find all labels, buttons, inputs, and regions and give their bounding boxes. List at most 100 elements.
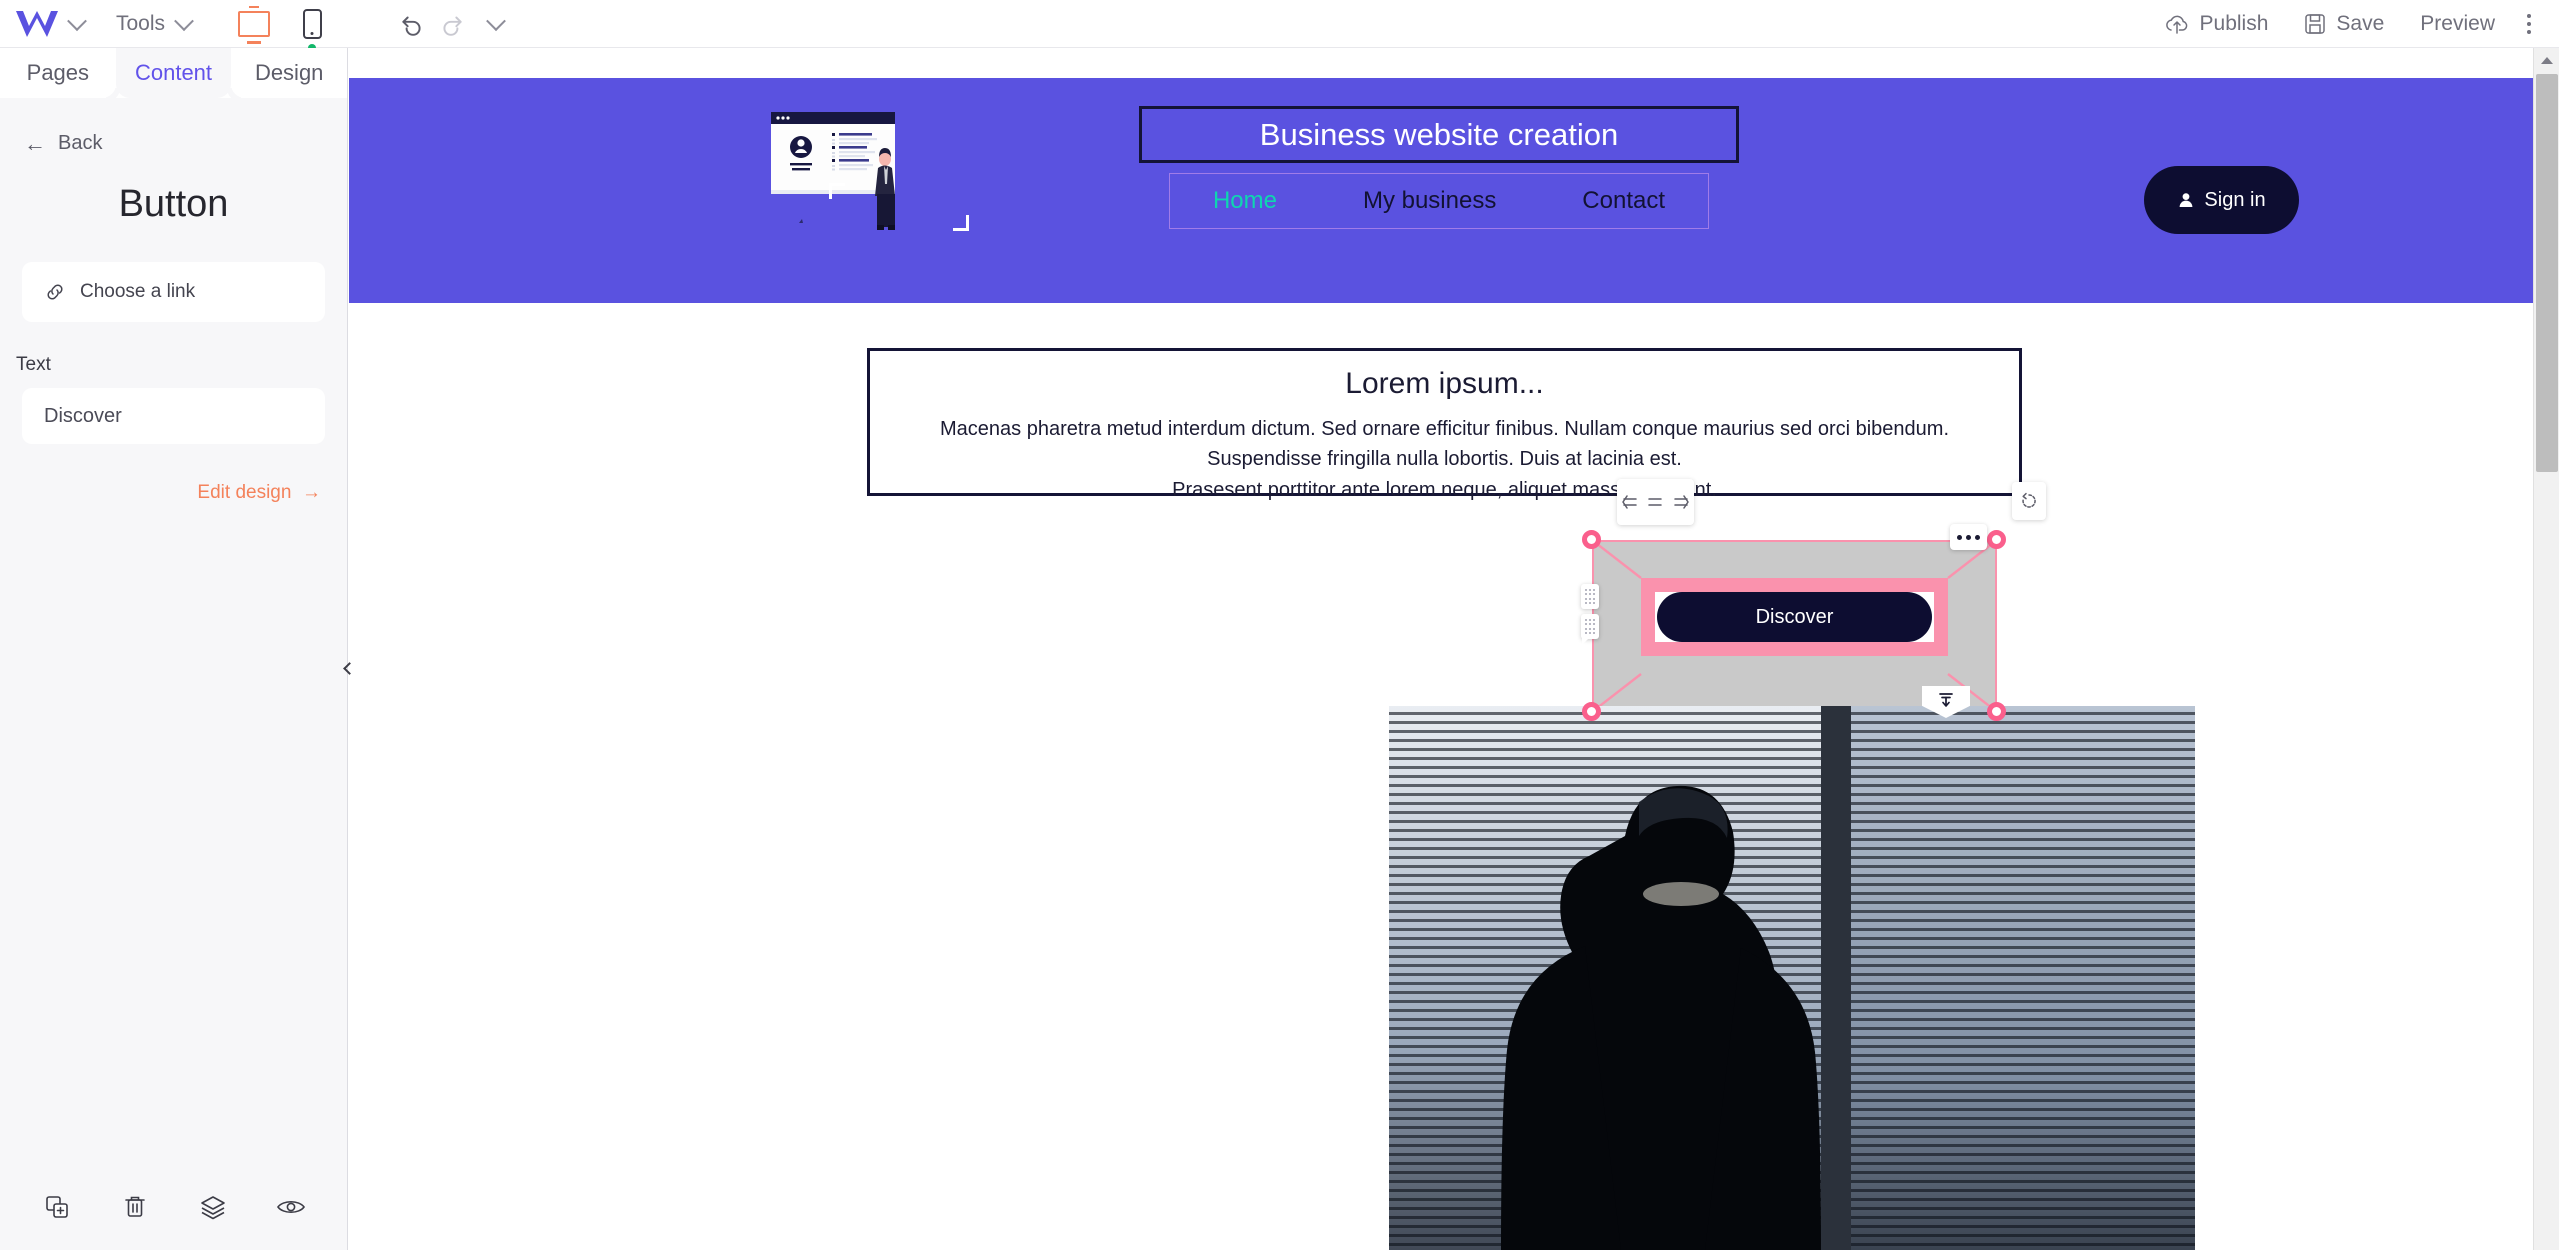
site-title: Business website creation	[1259, 116, 1619, 152]
chevron-left-icon	[342, 661, 356, 675]
text-block-section[interactable]: Lorem ipsum... Macenas pharetra metud in…	[867, 348, 2022, 501]
tab-pages[interactable]: Pages	[0, 48, 116, 98]
undo-icon[interactable]	[399, 11, 425, 37]
device-switcher	[235, 5, 331, 52]
layers-icon	[201, 1196, 225, 1220]
top-toolbar: Tools Publish Save Preview	[0, 0, 2559, 52]
tab-content[interactable]: Content	[101, 48, 245, 98]
dots-horizontal-icon	[1957, 534, 1962, 540]
drag-handle-upper[interactable]	[1581, 584, 1599, 609]
resize-handle-top-right[interactable]	[1987, 530, 2006, 549]
signin-button[interactable]: Sign in	[2144, 166, 2299, 234]
businessman-silhouette-window-blinds-photo[interactable]	[1389, 706, 2195, 1250]
save-button[interactable]: Save	[2286, 12, 2402, 36]
drag-handle-icon	[1584, 618, 1596, 635]
tools-menu-button[interactable]: Tools	[116, 10, 194, 36]
redo-icon[interactable]	[439, 11, 465, 37]
chevron-down-icon	[174, 10, 194, 31]
choose-link-button[interactable]: Choose a link	[22, 262, 325, 322]
eye-icon	[277, 1200, 305, 1214]
resize-handle-bottom-left[interactable]	[1582, 702, 1601, 721]
layers-button[interactable]	[193, 1187, 233, 1227]
kebab-dot	[2527, 13, 2531, 18]
website-canvas: Business website creation Home My busine…	[349, 48, 2534, 1250]
delete-button[interactable]	[115, 1187, 155, 1227]
floppy-disk-icon	[2305, 13, 2326, 34]
mobile-icon	[302, 8, 322, 39]
align-right-icon[interactable]	[1671, 492, 1691, 512]
canvas-scrollbar[interactable]	[2533, 48, 2559, 1250]
save-label: Save	[2336, 11, 2385, 35]
nav-item-home[interactable]: Home	[1213, 187, 1277, 215]
dots-horizontal-icon	[1966, 534, 1971, 540]
resize-handle-bottom-right[interactable]	[1987, 702, 2006, 721]
man-with-dashboard-illustration	[771, 112, 895, 230]
signin-label: Sign in	[2204, 188, 2266, 211]
insert-below-icon	[1939, 693, 1953, 707]
back-button[interactable]: ← Back	[24, 132, 347, 155]
site-nav[interactable]: Home My business Contact	[1169, 173, 1709, 229]
resize-handle-top-left[interactable]	[1582, 530, 1601, 549]
align-left-icon[interactable]	[1620, 492, 1640, 512]
nav-item-my-business[interactable]: My business	[1363, 187, 1496, 215]
publish-label: Publish	[2199, 11, 2269, 35]
scroll-up-arrow-icon	[2541, 56, 2553, 64]
tools-label: Tools	[116, 11, 166, 35]
text-input[interactable]	[22, 388, 325, 444]
drag-handle-lower[interactable]	[1581, 614, 1599, 645]
chevron-down-icon	[67, 10, 87, 31]
nav-item-contact[interactable]: Contact	[1582, 187, 1665, 215]
arrow-left-icon: ←	[24, 130, 46, 156]
drag-handle-icon	[1584, 588, 1596, 605]
site-header-section[interactable]: Business website creation Home My busine…	[349, 78, 2534, 303]
element-more-options-button[interactable]	[1950, 524, 1987, 550]
tab-design[interactable]: Design	[231, 48, 347, 98]
scroll-thumb[interactable]	[2536, 74, 2558, 472]
kebab-dot	[2527, 29, 2531, 34]
top-actions: Publish Save Preview	[2146, 4, 2559, 44]
discover-button[interactable]: Discover	[1657, 592, 1932, 642]
trash-icon	[125, 1196, 145, 1217]
choose-link-label: Choose a link	[80, 281, 196, 302]
preview-visibility-button[interactable]	[271, 1187, 311, 1227]
more-options-button[interactable]	[2513, 4, 2545, 44]
edit-design-label: Edit design	[197, 482, 292, 503]
tab-design-label: Design	[254, 60, 324, 85]
left-sidebar: Pages Content Design ← Back Button Choos…	[0, 48, 348, 1250]
edit-design-link[interactable]: Edit design →	[0, 482, 321, 504]
align-center-icon[interactable]	[1645, 492, 1665, 512]
back-label: Back	[58, 132, 103, 154]
cloud-upload-icon	[2165, 15, 2187, 34]
duplicate-button[interactable]	[37, 1187, 77, 1227]
brand-dropdown-button[interactable]	[60, 7, 94, 41]
sidebar-tabs: Pages Content Design	[0, 48, 347, 98]
rotate-reset-button[interactable]	[2012, 482, 2046, 520]
brand-logo-group[interactable]	[14, 7, 94, 41]
rotate-reset-icon	[2022, 492, 2036, 508]
dots-horizontal-icon	[1975, 534, 1980, 540]
history-dropdown-button[interactable]	[479, 7, 513, 41]
desktop-icon	[238, 10, 271, 37]
mobile-view-button[interactable]	[293, 5, 331, 52]
publish-button[interactable]: Publish	[2146, 12, 2287, 36]
desktop-view-button[interactable]	[235, 5, 273, 43]
text-block-line-3: Prasesent porttitor ante lorem neque, al…	[1172, 478, 1717, 501]
tab-pages-label: Pages	[26, 60, 90, 85]
alignment-toolbar	[1617, 479, 1694, 525]
preview-button[interactable]: Preview	[2402, 12, 2513, 36]
tab-content-label: Content	[134, 60, 213, 85]
chevron-down-icon	[486, 10, 506, 31]
hero-photo-graphic	[1389, 706, 2195, 1250]
page-title: Button	[118, 183, 229, 225]
duplicate-icon	[46, 1196, 68, 1218]
text-field-label: Text	[16, 354, 51, 375]
text-block-heading: Lorem ipsum...	[1345, 367, 1544, 400]
sidebar-collapse-button[interactable]	[341, 655, 357, 681]
user-icon	[2180, 193, 2193, 207]
w-logo	[16, 10, 58, 37]
discover-button-label: Discover	[1755, 605, 1834, 628]
preview-label: Preview	[2420, 11, 2495, 35]
scroll-up-button[interactable]	[2534, 48, 2559, 72]
site-title-block[interactable]: Business website creation	[1139, 106, 1739, 163]
arrow-right-icon: →	[296, 482, 321, 503]
